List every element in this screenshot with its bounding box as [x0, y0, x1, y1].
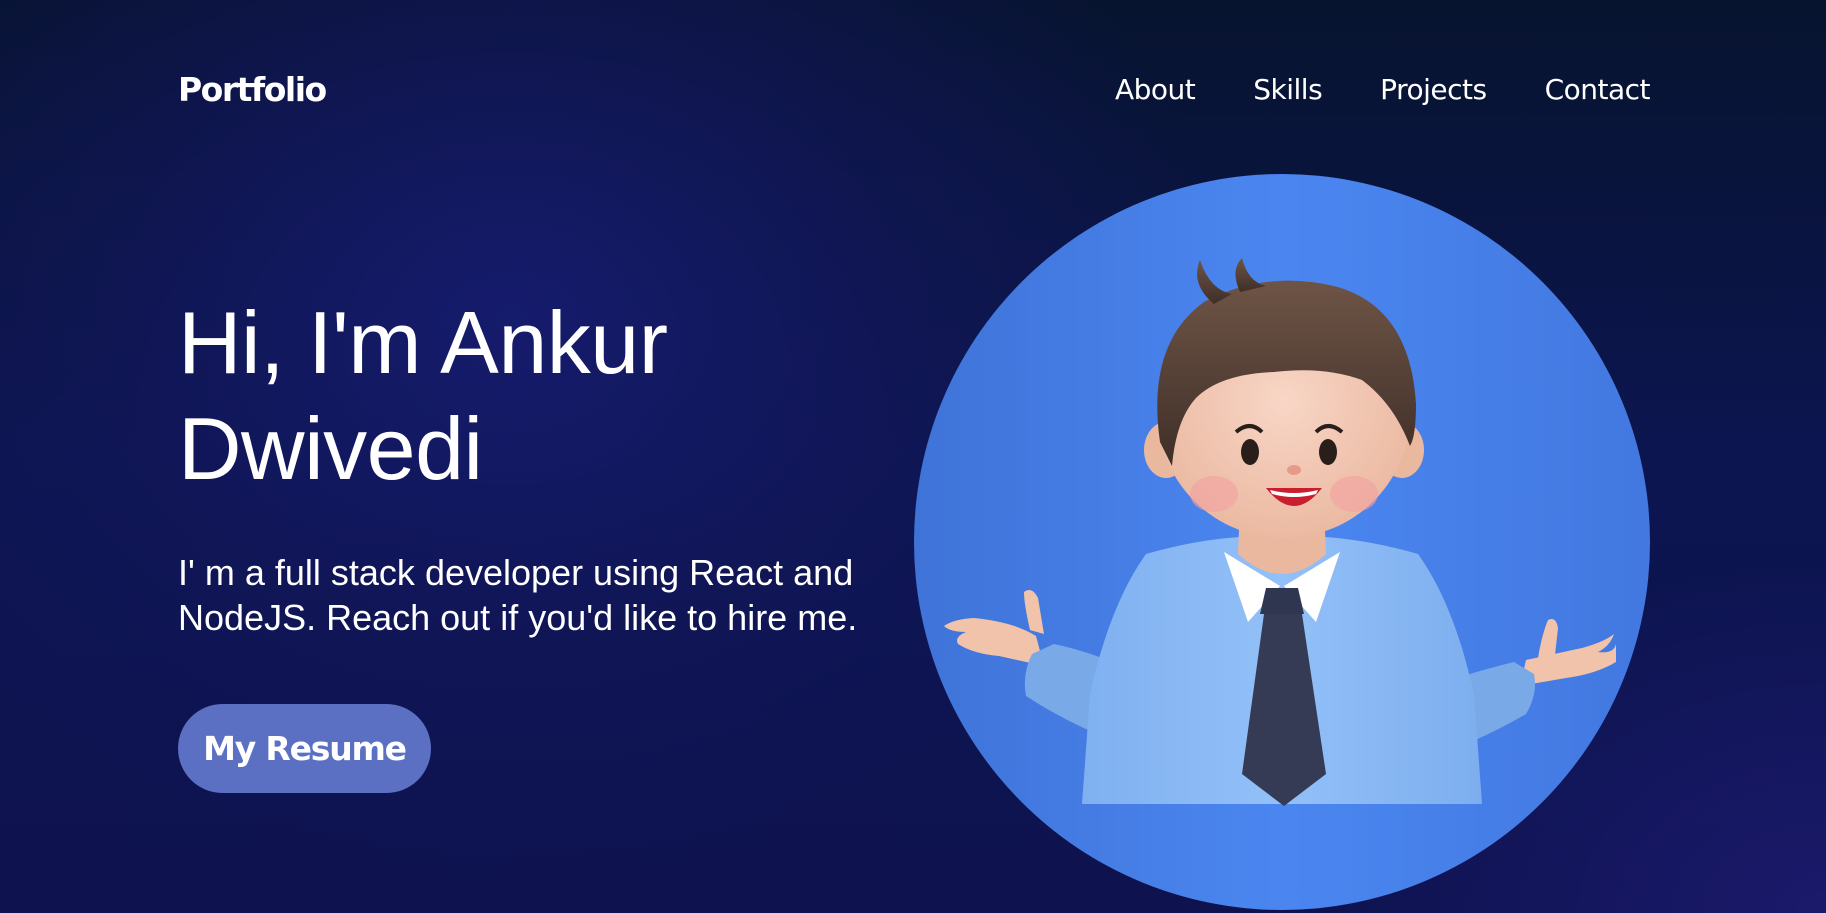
hero-subtitle-line2: NodeJS. Reach out if you'd like to hire … — [178, 597, 858, 638]
hero-title-line1: Hi, I'm Ankur — [178, 293, 668, 392]
nav-link-skills[interactable]: Skills — [1253, 73, 1322, 106]
brand-logo[interactable]: Portfolio — [178, 70, 327, 109]
hero-title: Hi, I'm Ankur Dwivedi — [178, 290, 918, 502]
nav-link-projects[interactable]: Projects — [1380, 73, 1487, 106]
cartoon-developer-avatar-icon — [914, 174, 1650, 910]
hero-subtitle-line1: I' m a full stack developer using React … — [178, 552, 854, 593]
nav-link-about[interactable]: About — [1115, 73, 1196, 106]
hero-title-line2: Dwivedi — [178, 399, 483, 498]
hero-subtitle: I' m a full stack developer using React … — [178, 550, 918, 640]
avatar-illustration — [914, 174, 1650, 910]
hero-section: Hi, I'm Ankur Dwivedi I' m a full stack … — [178, 290, 918, 640]
navbar: Portfolio About Skills Projects Contact — [178, 64, 1651, 114]
nav-link-contact[interactable]: Contact — [1545, 73, 1651, 106]
nav-links: About Skills Projects Contact — [1057, 73, 1651, 106]
my-resume-button[interactable]: My Resume — [178, 704, 431, 793]
